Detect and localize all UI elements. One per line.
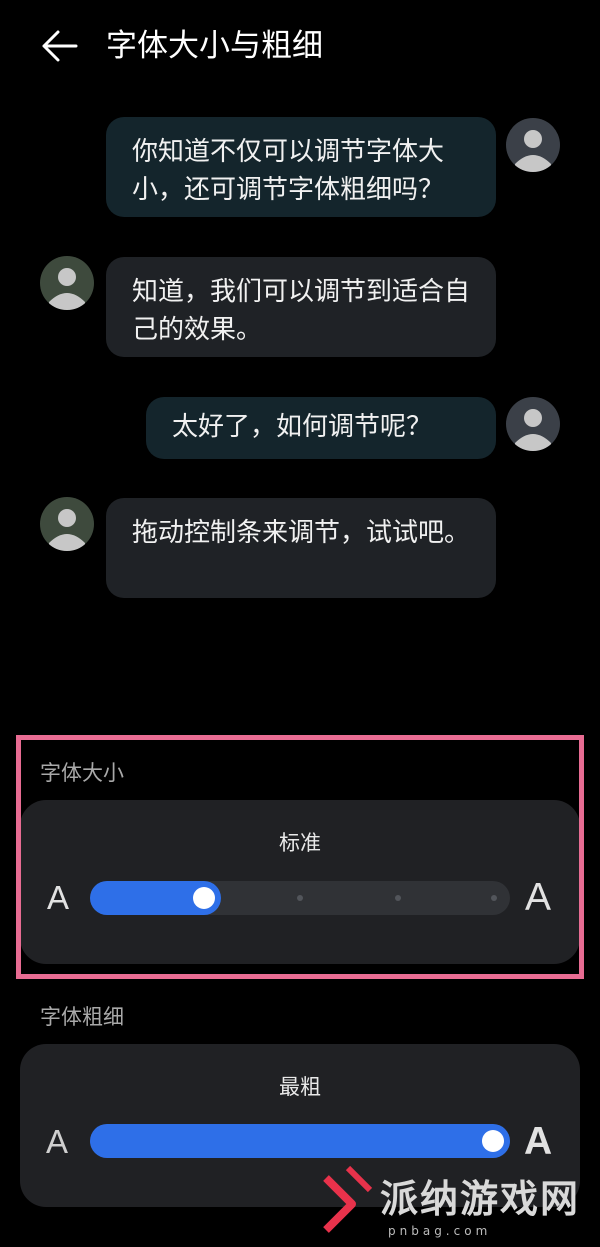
chat-bubble-mine: 你知道不仅可以调节字体大小，还可调节字体粗细吗？	[106, 117, 496, 217]
message-text: 知道，我们可以调节到适合自己的效果。	[132, 277, 471, 345]
avatar-me	[506, 397, 560, 451]
chat-bubble-mine: 太好了，如何调节呢？	[146, 397, 496, 459]
message-text: 拖动控制条来调节，试试吧。	[132, 518, 471, 548]
site-watermark: 派纳游戏网 pnbag.com	[318, 1160, 600, 1247]
font-weight-thin-a: A	[46, 1123, 69, 1160]
person-icon	[506, 118, 560, 172]
chat-bubble-other: 知道，我们可以调节到适合自己的效果。	[106, 257, 496, 357]
arrow-left-icon	[42, 30, 78, 62]
font-weight-bold-a: A	[524, 1120, 553, 1163]
highlight-frame	[16, 735, 584, 979]
message-text: 你知道不仅可以调节字体大小，还可调节字体粗细吗？	[132, 137, 445, 205]
person-icon	[40, 256, 94, 310]
app-header: 字体大小与粗细	[0, 0, 600, 95]
person-icon	[40, 497, 94, 551]
font-weight-value: 最粗	[279, 1075, 321, 1099]
watermark-url: pnbag.com	[388, 1224, 492, 1238]
font-weight-slider[interactable]	[90, 1124, 510, 1158]
page-title: 字体大小与粗细	[106, 28, 323, 64]
watermark-logo-icon	[323, 1165, 373, 1233]
avatar-friend	[40, 256, 94, 310]
avatar-me	[506, 118, 560, 172]
message-text: 太好了，如何调节呢？	[172, 412, 433, 442]
back-button[interactable]	[40, 28, 80, 64]
font-weight-section-label: 字体粗细	[40, 1005, 124, 1029]
avatar-friend	[40, 497, 94, 551]
chat-bubble-other: 拖动控制条来调节，试试吧。	[106, 498, 496, 598]
font-weight-slider-fill	[90, 1124, 510, 1158]
person-icon	[506, 397, 560, 451]
font-weight-slider-handle[interactable]	[482, 1130, 504, 1152]
watermark-text: 派纳游戏网	[380, 1177, 581, 1221]
